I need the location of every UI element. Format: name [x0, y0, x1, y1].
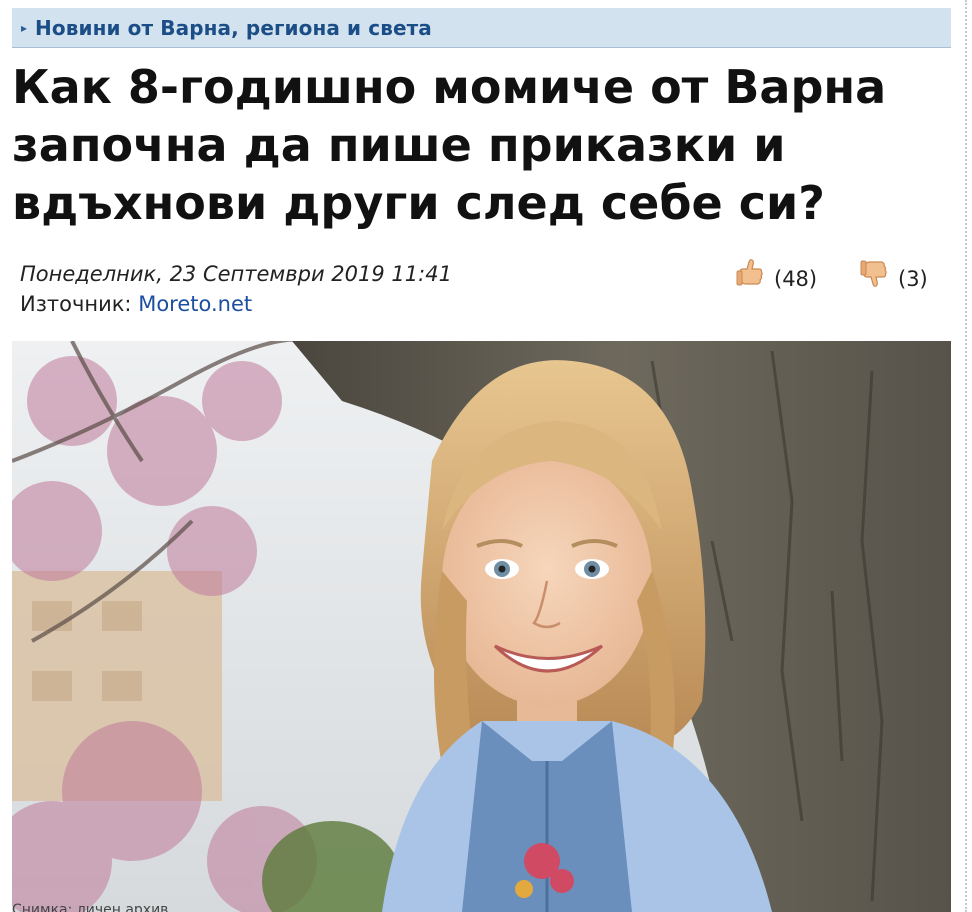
photo-girl-by-tree: [12, 341, 951, 912]
article-meta: Понеделник, 23 Септември 2019 11:41 Изто…: [20, 259, 452, 319]
source-link[interactable]: Moreto.net: [138, 292, 252, 316]
thumbs-down-icon: [858, 256, 890, 294]
article-date: Понеделник, 23 Септември 2019 11:41: [20, 262, 452, 286]
like-button[interactable]: (48): [734, 256, 817, 294]
thumbs-up-icon: [734, 256, 766, 294]
like-count: (48): [774, 267, 818, 291]
vote-bar: (48) (3): [730, 256, 940, 296]
dislike-count: (3): [898, 267, 928, 291]
article-title: Как 8-годишно момиче от Варна започна да…: [12, 60, 887, 230]
article-page: ▸ Новини от Варна, региона и света Как 8…: [0, 0, 972, 912]
section-title[interactable]: Новини от Варна, региона и света: [35, 16, 432, 40]
photo-caption: Снимка: личен архив: [12, 902, 169, 912]
column-divider: [965, 0, 967, 912]
dislike-button[interactable]: (3): [858, 256, 928, 294]
source-label: Източник:: [20, 292, 132, 316]
article-photo[interactable]: [12, 341, 951, 912]
chevron-right-icon: ▸: [21, 20, 28, 35]
section-header[interactable]: ▸ Новини от Варна, региона и света: [12, 8, 951, 48]
